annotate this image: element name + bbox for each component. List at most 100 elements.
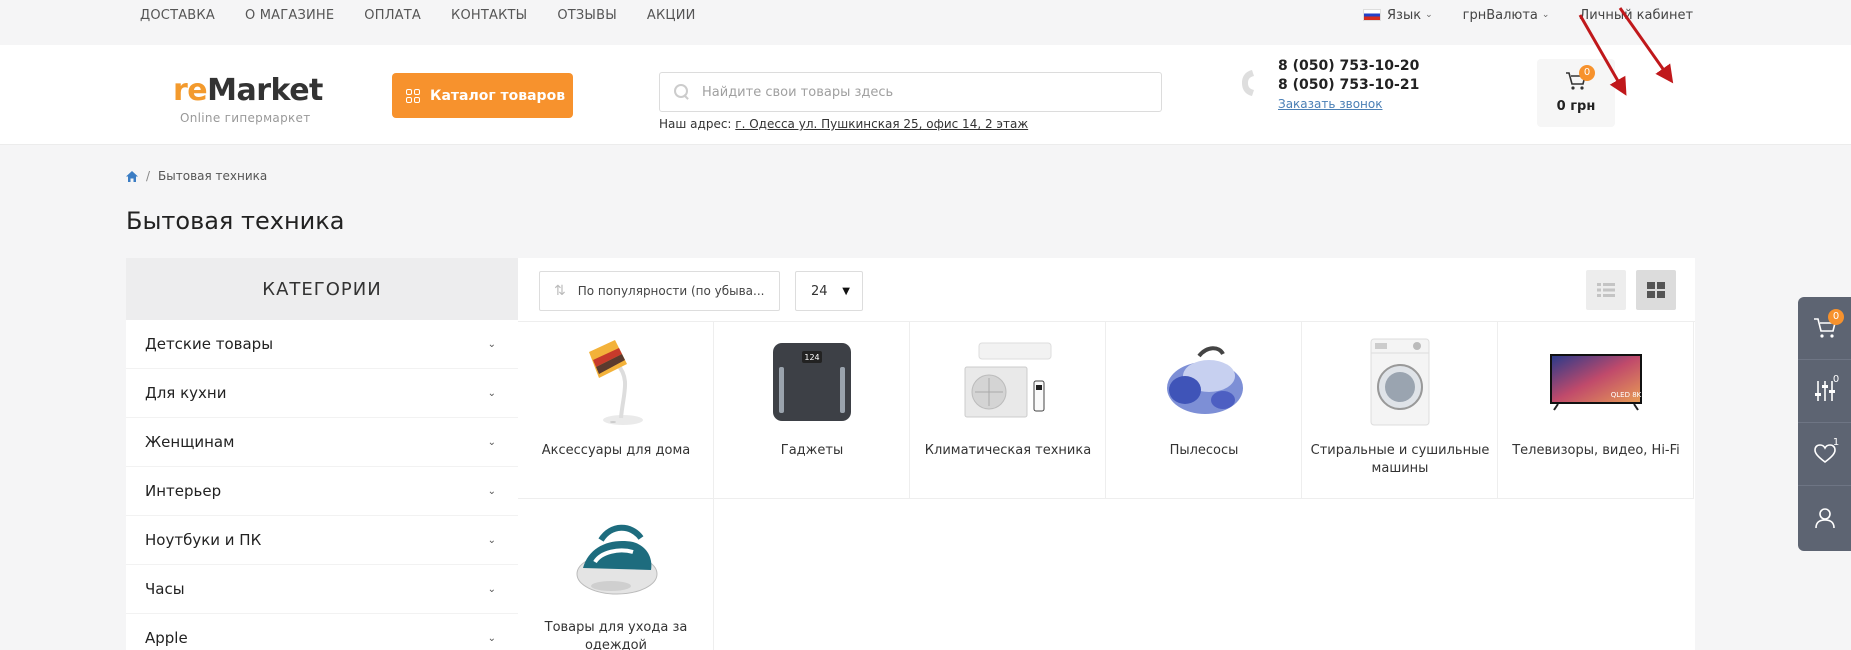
logo-tagline: Online гипермаркет <box>180 111 311 125</box>
side-compare-button[interactable]: 0 <box>1798 360 1851 423</box>
sidebar-item-laptops[interactable]: Ноутбуки и ПК ⌄ <box>126 516 518 565</box>
sidebar-item-interior[interactable]: Интерьер ⌄ <box>126 467 518 516</box>
callback-link[interactable]: Заказать звонок <box>1278 97 1419 111</box>
address-link[interactable]: г. Одесса ул. Пушкинская 25, офис 14, 2 … <box>735 117 1028 131</box>
chevron-down-icon[interactable]: ⌄ <box>488 388 496 399</box>
language-label: Язык <box>1387 7 1422 23</box>
tv-image: QLED 8K <box>1546 334 1646 429</box>
sidebar-item-label: Apple <box>145 629 188 647</box>
sidebar-item-watches[interactable]: Часы ⌄ <box>126 565 518 614</box>
subcategory-name: Аксессуары для дома <box>541 443 691 458</box>
store-address: Наш адрес: г. Одесса ул. Пушкинская 25, … <box>659 117 1028 131</box>
subcategory-tile-clothes-care[interactable]: Товары для ухода за одеждой <box>518 499 714 650</box>
subcategory-tile-home-accessories[interactable]: Аксессуары для дома <box>518 322 714 499</box>
search-box <box>659 72 1162 112</box>
breadcrumb-separator: / <box>146 169 151 183</box>
subcategory-tile-gadgets[interactable]: 124 Гаджеты <box>714 322 910 499</box>
grid-view-icon <box>1647 282 1665 298</box>
smart-scale-image: 124 <box>762 334 862 429</box>
side-compare-badge: 0 <box>1832 374 1840 385</box>
top-nav: ДОСТАВКА О МАГАЗИНЕ ОПЛАТА КОНТАКТЫ ОТЗЫ… <box>140 0 726 30</box>
search-icon[interactable] <box>674 84 690 100</box>
sort-select[interactable]: ⇅ По популярности (по убыва... <box>539 271 780 311</box>
chevron-down-icon[interactable]: ⌄ <box>488 339 496 350</box>
sidebar-item-kitchen[interactable]: Для кухни ⌄ <box>126 369 518 418</box>
currency-select[interactable]: грнВалюта ⌄ <box>1463 8 1550 23</box>
sidebar-item-apple[interactable]: Apple ⌄ <box>126 614 518 650</box>
sidebar-item-label: Ноутбуки и ПК <box>145 531 262 549</box>
search-input[interactable] <box>702 84 1142 100</box>
breadcrumb: / Бытовая техника <box>126 169 267 183</box>
floating-side-panel: 0 0 1 <box>1798 297 1851 551</box>
top-right-menu: Язык ⌄ грнВалюта ⌄ Личный кабинет <box>1363 0 1693 30</box>
chevron-down-icon[interactable]: ⌄ <box>488 584 496 595</box>
sort-icon: ⇅ <box>554 283 566 299</box>
steam-iron-image <box>566 511 666 606</box>
washing-machine-image <box>1350 334 1450 429</box>
site-header: reMarket Online гипермаркет Каталог това… <box>0 45 1851 145</box>
grid-icon <box>406 88 420 103</box>
chevron-down-icon[interactable]: ⌄ <box>488 437 496 448</box>
side-cart-button[interactable]: 0 <box>1798 297 1851 360</box>
subcategory-name: Стиральные и сушильные машины <box>1310 443 1490 476</box>
top-nav-about[interactable]: О МАГАЗИНЕ <box>245 8 334 23</box>
russia-flag-icon <box>1363 9 1381 21</box>
sidebar-item-label: Часы <box>145 580 185 598</box>
chevron-down-icon: ⌄ <box>1541 10 1550 20</box>
list-view-icon <box>1597 283 1615 297</box>
top-nav-contacts[interactable]: КОНТАКТЫ <box>451 8 527 23</box>
user-icon <box>1814 507 1835 528</box>
top-nav-reviews[interactable]: ОТЗЫВЫ <box>557 8 617 23</box>
per-page-value: 24 <box>811 283 828 299</box>
sidebar-title: КАТЕГОРИИ <box>126 258 518 320</box>
chevron-down-icon: ⌄ <box>1425 10 1433 20</box>
subcategory-name: Пылесосы <box>1169 443 1239 458</box>
site-logo[interactable]: reMarket <box>173 73 323 108</box>
chevron-down-icon: ▼ <box>842 285 850 297</box>
phone-number-1[interactable]: 8 (050) 753-10-20 <box>1278 57 1419 76</box>
scale-display: 124 <box>804 353 819 362</box>
subcategory-tile-tv[interactable]: QLED 8K Телевизоры, видео, Hi-Fi <box>1498 322 1694 499</box>
per-page-select[interactable]: 24 ▼ <box>795 271 863 311</box>
top-nav-delivery[interactable]: ДОСТАВКА <box>140 8 215 23</box>
sidebar-item-women[interactable]: Женщинам ⌄ <box>126 418 518 467</box>
account-link[interactable]: Личный кабинет <box>1579 8 1693 23</box>
side-wishlist-button[interactable]: 1 <box>1798 423 1851 486</box>
breadcrumb-current: Бытовая техника <box>158 169 268 183</box>
side-account-button[interactable] <box>1798 486 1851 549</box>
phone-number-2[interactable]: 8 (050) 753-10-21 <box>1278 76 1419 95</box>
sidebar-item-kids[interactable]: Детские товары ⌄ <box>126 320 518 369</box>
grid-view-button[interactable] <box>1636 270 1676 310</box>
phone-block: 8 (050) 753-10-20 8 (050) 753-10-21 Зака… <box>1278 57 1419 111</box>
subcategory-name: Товары для ухода за одеждой <box>544 620 688 650</box>
tv-badge: QLED 8K <box>1611 391 1642 399</box>
category-content: ⇅ По популярности (по убыва... 24 ▼ Аксе… <box>518 258 1695 650</box>
language-select[interactable]: Язык ⌄ <box>1363 8 1433 23</box>
catalog-button[interactable]: Каталог товаров <box>392 73 573 118</box>
header-cart[interactable]: 0 0 грн <box>1537 59 1615 127</box>
side-cart-badge: 0 <box>1828 309 1844 325</box>
subcategory-tile-climate[interactable]: Климатическая техника <box>910 322 1106 499</box>
chevron-down-icon[interactable]: ⌄ <box>488 486 496 497</box>
subcategory-tile-vacuums[interactable]: Пылесосы <box>1106 322 1302 499</box>
home-icon[interactable] <box>126 170 138 182</box>
subcategory-tile-washers[interactable]: Стиральные и сушильные машины <box>1302 322 1498 499</box>
sidebar-item-label: Для кухни <box>145 384 227 402</box>
sidebar-item-label: Интерьер <box>145 482 222 500</box>
subcategory-name: Климатическая техника <box>924 443 1092 458</box>
top-nav-promotions[interactable]: АКЦИИ <box>647 8 696 23</box>
subcategory-name: Телевизоры, видео, Hi-Fi <box>1512 443 1680 458</box>
category-sidebar: КАТЕГОРИИ Детские товары ⌄ Для кухни ⌄ Жен… <box>126 258 518 650</box>
list-view-button[interactable] <box>1586 270 1626 310</box>
listing-toolbar: ⇅ По популярности (по убыва... 24 ▼ <box>518 258 1695 322</box>
top-nav-payment[interactable]: ОПЛАТА <box>364 8 421 23</box>
sidebar-item-label: Женщинам <box>145 433 235 451</box>
chevron-down-icon[interactable]: ⌄ <box>488 535 496 546</box>
subcategory-name: Гаджеты <box>780 443 844 458</box>
vacuum-cleaner-image <box>1154 334 1254 429</box>
cart-count-badge: 0 <box>1579 65 1595 81</box>
air-conditioner-image <box>958 334 1058 429</box>
chevron-down-icon[interactable]: ⌄ <box>488 633 496 644</box>
phone-icon <box>1240 68 1256 106</box>
address-label: Наш адрес: <box>659 117 732 131</box>
